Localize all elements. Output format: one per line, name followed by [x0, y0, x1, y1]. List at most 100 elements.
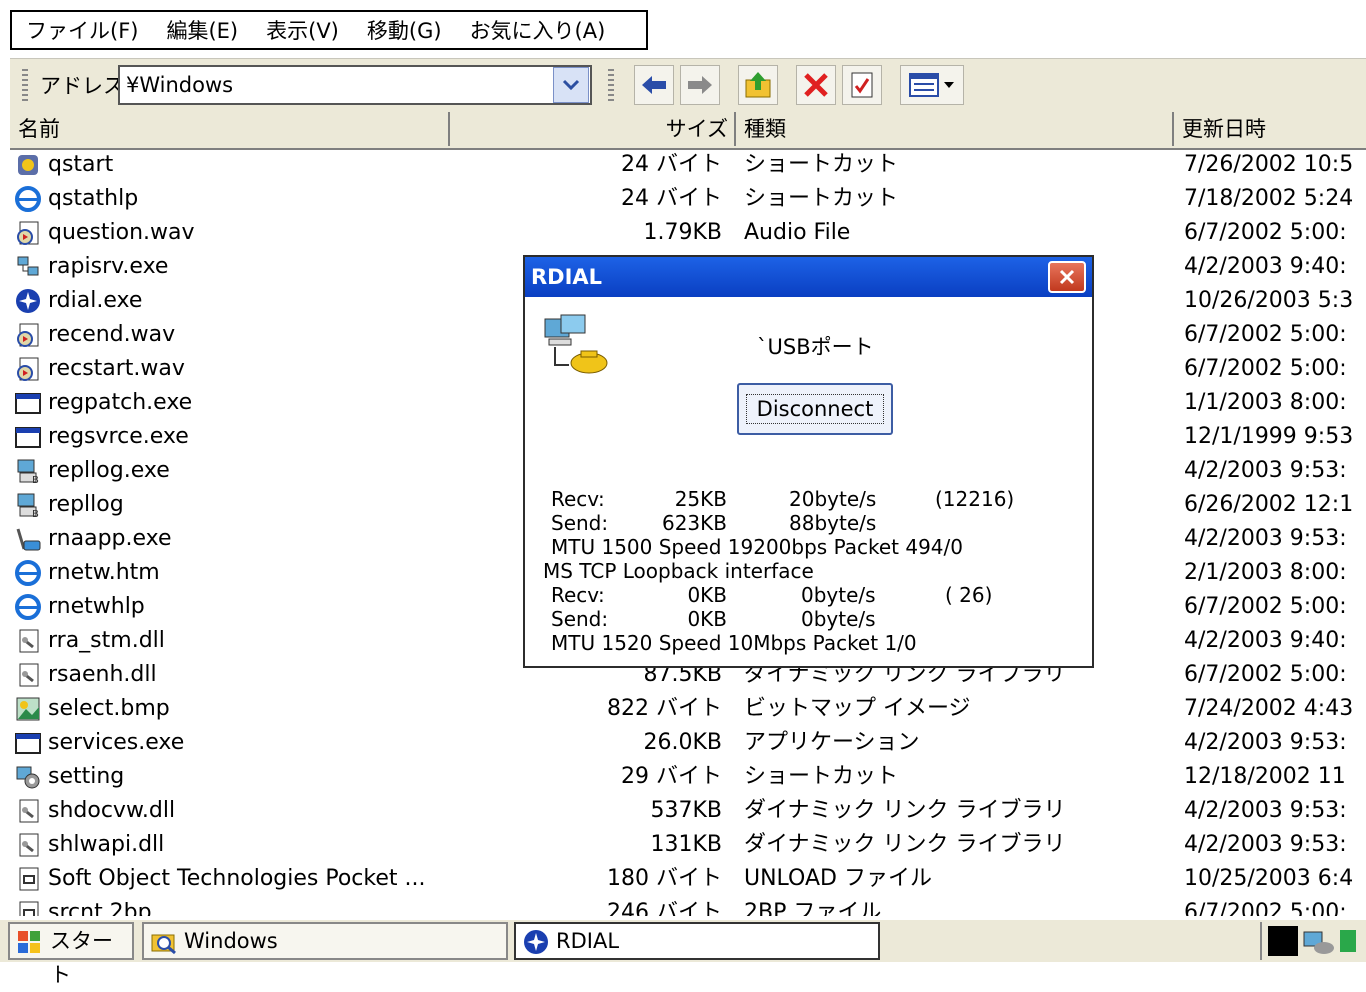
file-name: Soft Object Technologies Pocket ...	[48, 866, 426, 891]
properties-button[interactable]	[842, 65, 882, 105]
file-name: shdocvw.dll	[48, 798, 176, 823]
column-type-header[interactable]: 種類	[736, 112, 1174, 146]
dialog-title: RDIAL	[531, 265, 603, 289]
file-name: repllog.exe	[48, 458, 170, 483]
dialog-title-bar[interactable]: RDIAL	[525, 257, 1092, 297]
file-row[interactable]: question.wav 1.79KB Audio File 6/7/2002 5:0…	[10, 216, 1366, 250]
tray-black-icon[interactable]	[1268, 926, 1298, 956]
file-date: 4/2/2003 9:53:	[1184, 526, 1347, 551]
file-date: 6/7/2002 5:00:	[1184, 900, 1347, 916]
toolbar-grip[interactable]	[22, 69, 28, 103]
dll-icon	[19, 833, 39, 857]
file-name: qstathlp	[48, 186, 139, 211]
system-tray	[1260, 922, 1366, 960]
address-input[interactable]: ¥Windows	[118, 65, 592, 105]
start-button[interactable]: スタート	[8, 922, 134, 987]
svg-text:B: B	[32, 475, 39, 485]
address-dropdown-button[interactable]	[553, 67, 589, 103]
file-row[interactable]: shlwapi.dll 131KB ダイナミック リンク ライブラリ 4/2/2003…	[10, 828, 1366, 862]
dialog-close-button[interactable]	[1048, 261, 1086, 293]
view-list-icon	[909, 73, 939, 97]
file-row[interactable]: srcnt 2bp 246 バイト 2BP ファイル 6/7/2002 5:00:	[10, 896, 1366, 916]
file-date: 4/2/2003 9:53:	[1184, 458, 1347, 483]
file-type: 2BP ファイル	[744, 900, 882, 916]
file-row[interactable]: services.exe 26.0KB アプリケーション 4/2/2003 9:53:	[10, 726, 1366, 760]
recv-label: Recv:	[551, 583, 605, 607]
file-date: 7/26/2002 10:5	[1184, 152, 1354, 177]
menu-favorites[interactable]: お気に入り(A)	[456, 15, 620, 45]
file-type: ダイナミック リンク ライブラリ	[744, 832, 1066, 857]
file-row[interactable]: qstart 24 バイト ショートカット 7/26/2002 10:5	[10, 148, 1366, 182]
taskbar-item-rdial[interactable]: RDIAL	[514, 922, 880, 960]
file-size: 246 バイト	[607, 900, 722, 916]
menu-edit[interactable]: 編集(E)	[152, 15, 252, 45]
disconnect-button[interactable]: Disconnect	[737, 383, 893, 435]
file-date: 12/1/1999 9:53	[1184, 424, 1354, 449]
file-name: question.wav	[48, 220, 195, 245]
file-name: select.bmp	[48, 696, 170, 721]
toolbar-grip[interactable]	[608, 69, 614, 103]
file-size: 26.0KB	[643, 730, 722, 755]
window-icon	[15, 393, 41, 414]
file-date: 6/7/2002 5:00:	[1184, 220, 1347, 245]
file-name: shlwapi.dll	[48, 832, 165, 857]
file-date: 12/18/2002 11	[1184, 764, 1346, 789]
column-date-header[interactable]: 更新日時	[1174, 112, 1366, 146]
file-date: 6/7/2002 5:00:	[1184, 594, 1347, 619]
column-size-header[interactable]: サイズ	[450, 112, 736, 146]
file-type: ショートカット	[744, 152, 899, 177]
battery-icon[interactable]	[1340, 930, 1356, 952]
address-label: アドレス	[40, 74, 124, 98]
sync-icon: B	[17, 493, 39, 519]
audio-icon	[17, 323, 39, 347]
network-connection-icon	[544, 314, 608, 374]
view-menu-button[interactable]	[900, 65, 964, 105]
up-folder-icon	[745, 72, 771, 98]
menu-file[interactable]: ファイル(F)	[12, 15, 152, 45]
file-name: regsvrce.exe	[48, 424, 189, 449]
file-name: rnetw.htm	[48, 560, 160, 585]
file-date: 7/24/2002 4:43	[1184, 696, 1354, 721]
file-row[interactable]: select.bmp 822 バイト ビットマップ イメージ 7/24/2002 4:…	[10, 692, 1366, 726]
window-icon	[15, 427, 41, 448]
properties-icon	[851, 72, 873, 98]
column-name-header[interactable]: 名前	[10, 112, 450, 146]
start-label: スタート	[50, 929, 113, 987]
file-icon	[19, 901, 39, 916]
forward-button[interactable]	[680, 65, 720, 105]
file-row[interactable]: setting 29 バイト ショートカット 12/18/2002 11	[10, 760, 1366, 794]
back-button[interactable]	[634, 65, 674, 105]
explorer-icon	[151, 934, 176, 955]
ie-icon	[15, 594, 41, 620]
file-name: rnaapp.exe	[48, 526, 172, 551]
settings-icon	[16, 766, 40, 789]
menu-view[interactable]: 表示(V)	[252, 15, 353, 45]
network-app-icon	[17, 256, 39, 276]
file-date: 4/2/2003 9:53:	[1184, 730, 1347, 755]
menu-go[interactable]: 移動(G)	[353, 15, 456, 45]
file-row[interactable]: shdocvw.dll 537KB ダイナミック リンク ライブラリ 4/2/2003…	[10, 794, 1366, 828]
file-name: setting	[48, 764, 125, 789]
file-row[interactable]: qstathlp 24 バイト ショートカット 7/18/2002 5:24	[10, 182, 1366, 216]
file-name: qstart	[48, 152, 114, 177]
disconnect-button-label: Disconnect	[745, 394, 885, 424]
menu-bar: ファイル(F) 編集(E) 表示(V) 移動(G) お気に入り(A)	[10, 10, 648, 50]
recv-packets: ( 26)	[945, 583, 993, 607]
dll-icon	[19, 663, 39, 687]
file-size: 24 バイト	[621, 186, 722, 211]
chevron-down-icon	[562, 79, 580, 91]
file-type: ダイナミック リンク ライブラリ	[744, 798, 1066, 823]
delete-x-icon	[804, 73, 828, 97]
file-type: ショートカット	[744, 764, 899, 789]
taskbar-item-windows[interactable]: Windows	[142, 922, 508, 960]
file-name: rra_stm.dll	[48, 628, 165, 653]
up-folder-button[interactable]	[738, 65, 778, 105]
delete-button[interactable]	[796, 65, 836, 105]
file-row[interactable]: Soft Object Technologies Pocket ... 180 バ…	[10, 862, 1366, 896]
file-size: 131KB	[650, 832, 722, 857]
taskbar: スタート Windows RDIAL	[0, 918, 1366, 987]
send-label: Send:	[551, 511, 609, 535]
file-name: recstart.wav	[48, 356, 185, 381]
connection-tray-icon[interactable]	[1302, 926, 1336, 956]
recv-bytes: 25KB	[674, 487, 727, 511]
